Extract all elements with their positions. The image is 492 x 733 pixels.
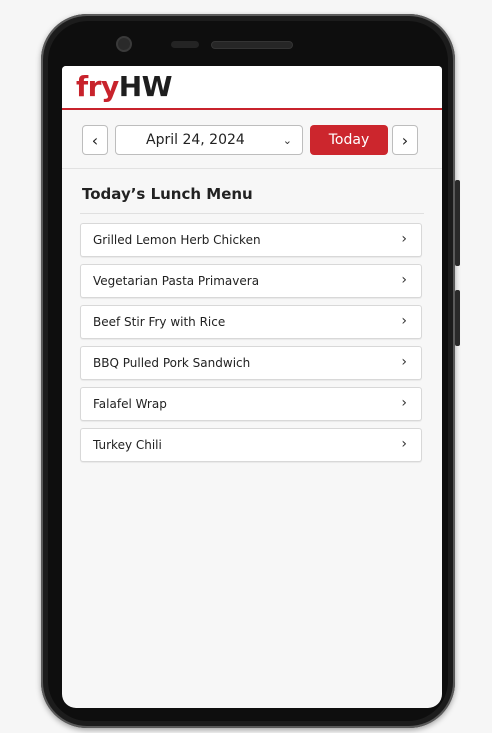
menu-item-label: BBQ Pulled Pork Sandwich — [93, 356, 251, 370]
chevron-right-icon: › — [401, 436, 407, 452]
menu-item-turkey-chili[interactable]: Turkey Chili › — [80, 428, 422, 462]
logo-text-fry: fry — [76, 70, 119, 103]
menu-item-vegetarian-pasta-primavera[interactable]: Vegetarian Pasta Primavera › — [80, 264, 422, 298]
title-divider — [80, 213, 424, 214]
menu-item-label: Turkey Chili — [93, 438, 162, 452]
previous-day-button[interactable]: ‹ — [82, 125, 108, 155]
menu-item-grilled-lemon-herb-chicken[interactable]: Grilled Lemon Herb Chicken › — [80, 223, 422, 257]
app-header: fryHW — [62, 66, 442, 110]
menu-item-label: Vegetarian Pasta Primavera — [93, 274, 260, 288]
menu-list: Grilled Lemon Herb Chicken › Vegetarian … — [80, 223, 422, 469]
menu-item-label: Grilled Lemon Herb Chicken — [93, 233, 261, 247]
app-logo[interactable]: fryHW — [76, 70, 173, 103]
chevron-down-icon: ⌄ — [282, 133, 292, 147]
chevron-right-icon: › — [401, 272, 407, 288]
chevron-right-icon: › — [401, 130, 409, 150]
power-button — [455, 290, 460, 346]
chevron-left-icon: ‹ — [91, 130, 99, 150]
date-selector[interactable]: April 24, 2024 ⌄ — [115, 125, 303, 155]
section-title: Today’s Lunch Menu — [82, 185, 253, 203]
chevron-right-icon: › — [401, 313, 407, 329]
menu-item-falafel-wrap[interactable]: Falafel Wrap › — [80, 387, 422, 421]
camera-icon — [116, 36, 132, 52]
menu-item-bbq-pulled-pork-sandwich[interactable]: BBQ Pulled Pork Sandwich › — [80, 346, 422, 380]
logo-text-hw: HW — [118, 70, 173, 103]
next-day-button[interactable]: › — [392, 125, 418, 155]
screen: fryHW ‹ April 24, 2024 ⌄ Today › Today’s… — [62, 66, 442, 708]
speaker-grille — [211, 41, 293, 49]
sensor — [171, 41, 199, 48]
menu-item-label: Beef Stir Fry with Rice — [93, 315, 226, 329]
menu-item-beef-stir-fry[interactable]: Beef Stir Fry with Rice › — [80, 305, 422, 339]
menu-item-label: Falafel Wrap — [93, 397, 167, 411]
chevron-right-icon: › — [401, 231, 407, 247]
chevron-right-icon: › — [401, 354, 407, 370]
today-button[interactable]: Today — [310, 125, 388, 155]
chevron-right-icon: › — [401, 395, 407, 411]
date-navigation: ‹ April 24, 2024 ⌄ Today › — [62, 125, 442, 159]
volume-button — [455, 180, 460, 266]
divider — [62, 168, 442, 169]
selected-date: April 24, 2024 — [146, 132, 245, 148]
